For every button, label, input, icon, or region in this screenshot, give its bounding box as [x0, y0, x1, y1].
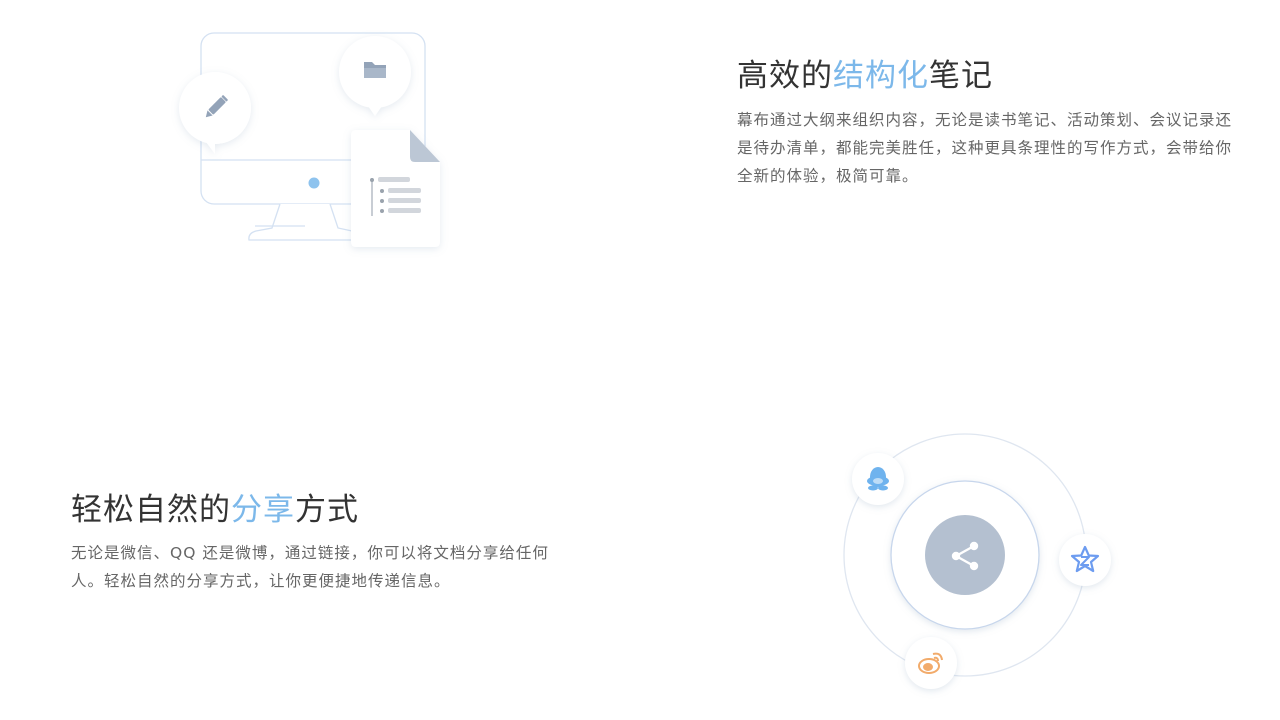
notes-feature-description: 幕布通过大纲来组织内容，无论是读书笔记、活动策划、会议记录还是待办清单，都能完美… [737, 111, 1233, 185]
share-feature-description: 无论是微信、QQ 还是微博，通过链接，你可以将文档分享给任何人。轻松自然的分享方… [71, 544, 549, 590]
outline-document-icon [351, 130, 440, 247]
title-part: 轻松自然的 [71, 492, 231, 528]
page: 高效的结构化笔记 幕布通过大纲来组织内容，无论是读书笔记、活动策划、会议记录还是… [0, 0, 1280, 720]
notes-illustration [179, 32, 440, 247]
title-highlight: 结构化 [833, 58, 929, 94]
share-illustration [843, 433, 1111, 689]
share-feature-title: 轻松自然的分享方式 [71, 484, 359, 529]
title-part: 方式 [295, 492, 359, 528]
weibo-bubble [905, 637, 957, 689]
notes-feature-title: 高效的结构化笔记 [737, 50, 993, 95]
title-part: 笔记 [929, 58, 993, 94]
title-highlight: 分享 [231, 492, 295, 528]
share-center-circle [925, 515, 1005, 595]
title-part: 高效的 [737, 58, 833, 94]
